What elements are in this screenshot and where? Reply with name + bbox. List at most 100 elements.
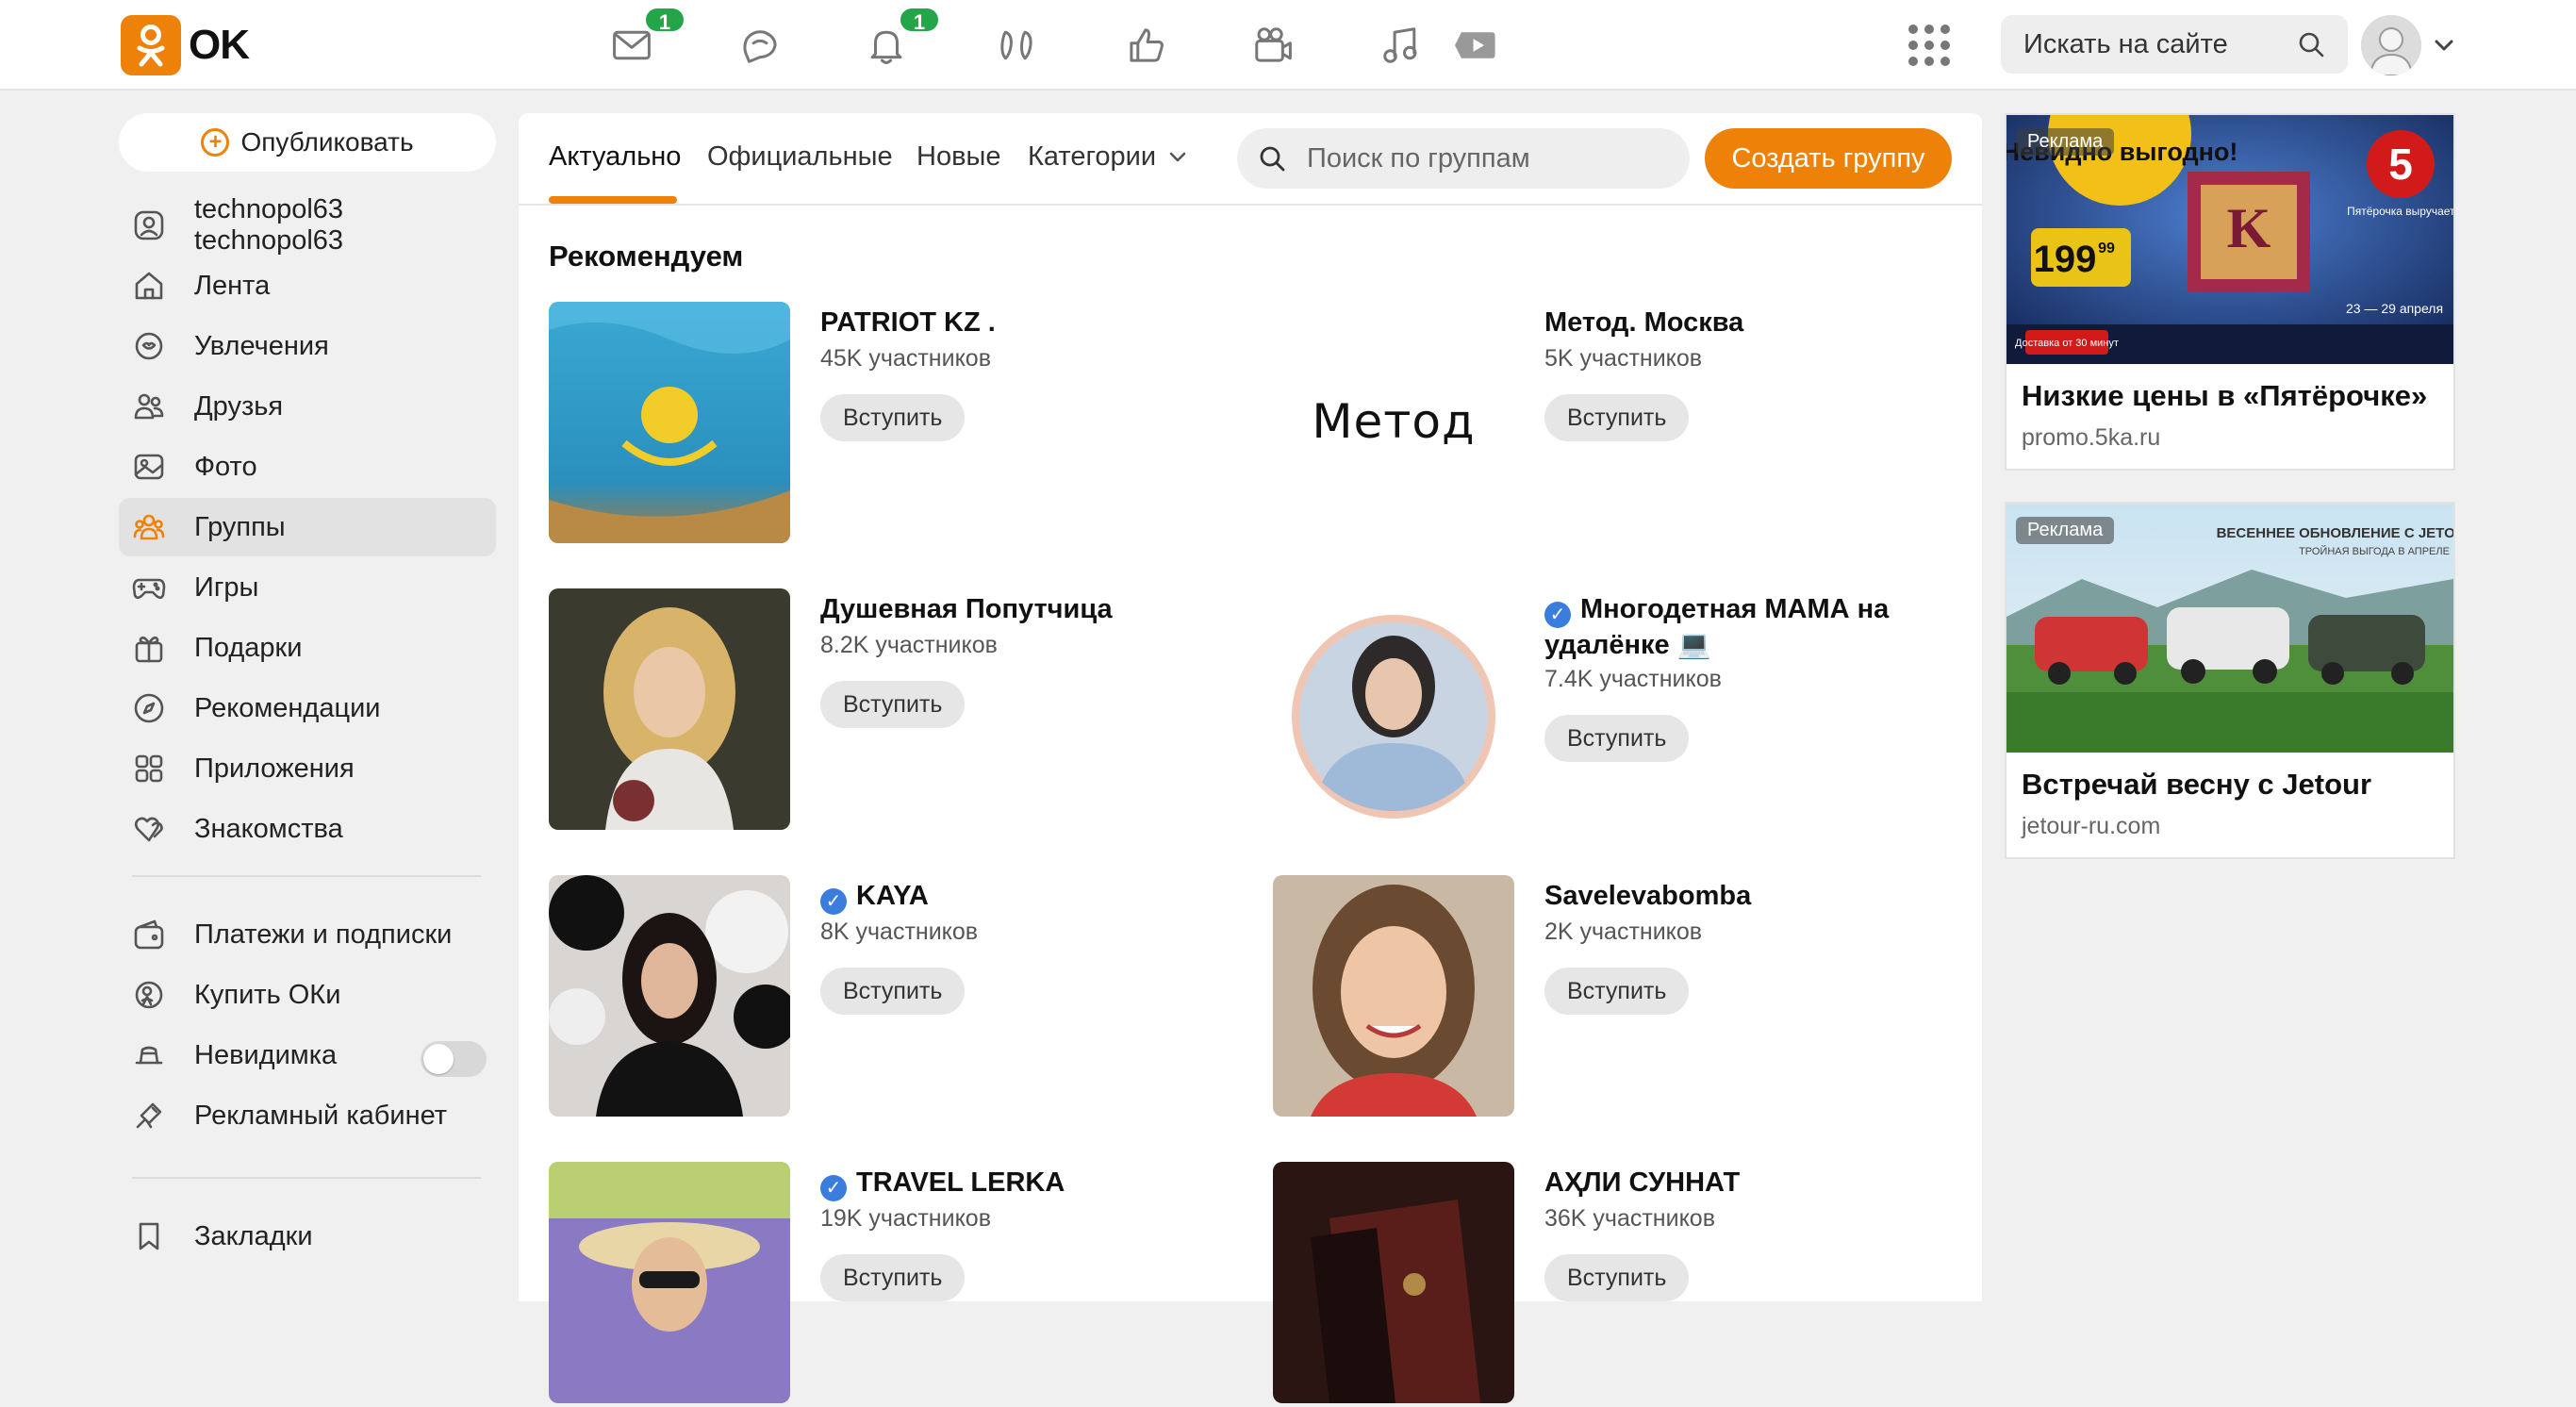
sidebar-item-gifts[interactable]: Подарки <box>119 619 496 677</box>
group-members: 8.2K участников <box>820 632 998 658</box>
ad-card[interactable]: ВЕСЕННЕЕ ОБНОВЛЕНИЕ С JETOUR ТРОЙНАЯ ВЫГ… <box>2005 502 2455 859</box>
group-thumbnail[interactable] <box>1273 1162 1514 1403</box>
join-button[interactable]: Вступить <box>820 394 966 441</box>
publish-button[interactable]: + Опубликовать <box>119 113 496 172</box>
publish-label: Опубликовать <box>240 127 414 157</box>
group-name[interactable]: Savelevabomba <box>1544 879 1959 913</box>
sidebar-item-label: Знакомства <box>194 813 343 844</box>
join-button[interactable]: Вступить <box>1544 968 1690 1015</box>
group-members: 5K участников <box>1544 345 1703 372</box>
sidebar-item-apps[interactable]: Приложения <box>119 739 496 798</box>
sidebar-item-label: Рекламный кабинет <box>194 1100 448 1131</box>
ad-title[interactable]: Встречай весну с Jetour <box>2006 753 2453 802</box>
group-thumbnail[interactable] <box>1273 875 1514 1117</box>
sidebar-item-photo[interactable]: Фото <box>119 438 496 496</box>
apps-grid-icon[interactable] <box>1908 25 1950 66</box>
ad-title[interactable]: Низкие цены в «Пятёрочке» <box>2006 364 2453 413</box>
ok-logo-icon <box>121 15 181 75</box>
join-button[interactable]: Вступить <box>820 1254 966 1301</box>
ad-domain[interactable]: promo.5ka.ru <box>2006 413 2453 469</box>
sidebar-item-label: technopol63 technopol63 <box>194 194 344 256</box>
group-name[interactable]: ✓ KAYA <box>820 879 1235 915</box>
ad-card[interactable]: Невидно выгодно! 199 99 K 5 Пятёрочка вы… <box>2005 113 2455 471</box>
ad-image[interactable]: ВЕСЕННЕЕ ОБНОВЛЕНИЕ С JETOUR ТРОЙНАЯ ВЫГ… <box>2006 504 2453 753</box>
ad-domain[interactable]: jetour-ru.com <box>2006 802 2453 857</box>
sidebar-item-buy-oks[interactable]: Купить ОКи <box>119 966 496 1024</box>
gift-icon <box>132 631 166 665</box>
sidebar-item-label: Группы <box>194 511 286 542</box>
tab-official[interactable]: Официальные <box>707 141 893 173</box>
notifications-icon[interactable]: 1 <box>860 6 941 72</box>
sidebar-item-feed[interactable]: Лента <box>119 257 496 315</box>
sidebar-item-label: Лента <box>194 270 271 301</box>
ok-logo[interactable]: OK <box>121 15 250 75</box>
vk-video-icon[interactable] <box>1450 19 1503 72</box>
group-name[interactable]: Душевная Попутчица <box>820 592 1235 626</box>
join-button[interactable]: Вступить <box>820 681 966 728</box>
guests-icon[interactable] <box>990 19 1043 72</box>
tab-actual[interactable]: Актуально <box>549 141 681 173</box>
group-name[interactable]: ✓ Многодетная МАМА на удалёнке 💻 <box>1544 592 1959 662</box>
chevron-down-icon[interactable] <box>2431 32 2457 58</box>
group-search-input[interactable]: Поиск по группам <box>1237 128 1690 189</box>
friends-icon <box>132 389 166 423</box>
sidebar-item-label: Игры <box>194 571 259 603</box>
group-name[interactable]: ✓ TRAVEL LERKA <box>820 1166 1235 1201</box>
group-card: ✓ Многодетная МАМА на удалёнке 💻 7.4K уча… <box>1273 588 1971 834</box>
ad-label: Реклама <box>2016 517 2115 544</box>
sidebar-item-bookmarks[interactable]: Закладки <box>119 1207 496 1266</box>
groups-panel: Актуально Официальные Новые Категории По… <box>519 113 1982 1403</box>
join-button[interactable]: Вступить <box>1544 394 1690 441</box>
megaphone-icon <box>132 1099 166 1133</box>
sidebar-item-recommendations[interactable]: Рекомендации <box>119 679 496 737</box>
ad-price-cents: 99 <box>2098 240 2115 257</box>
sidebar-divider <box>132 1177 481 1179</box>
hobbies-icon <box>132 329 166 363</box>
group-thumbnail[interactable] <box>549 875 790 1117</box>
likes-icon[interactable] <box>1120 19 1173 72</box>
sidebar-item-ad-cabinet[interactable]: Рекламный кабинет <box>119 1086 496 1145</box>
sidebar-item-label: Рекомендации <box>194 692 381 723</box>
invisible-toggle[interactable] <box>421 1041 487 1077</box>
group-name[interactable]: АҲЛИ СУННАТ <box>1544 1166 1959 1200</box>
sidebar-item-groups[interactable]: Группы <box>119 498 496 556</box>
create-group-button[interactable]: Создать группу <box>1705 128 1952 189</box>
group-thumbnail[interactable]: Метод <box>1273 302 1514 543</box>
user-avatar[interactable] <box>2361 15 2421 75</box>
group-name[interactable]: Метод. Москва <box>1544 306 1959 339</box>
video-icon[interactable] <box>1247 19 1299 72</box>
messages-icon[interactable]: 1 <box>605 6 686 72</box>
group-card: АҲЛИ СУННАТ 36K участников Вступить <box>1273 1162 1971 1407</box>
tab-categories[interactable]: Категории <box>1028 141 1188 173</box>
site-search-input[interactable]: Искать на сайте <box>2001 15 2348 74</box>
ad-image[interactable]: Невидно выгодно! 199 99 K 5 Пятёрочка вы… <box>2006 115 2453 364</box>
sidebar-item-label: Увлечения <box>194 330 329 361</box>
group-thumbnail[interactable] <box>549 588 790 830</box>
sidebar-item-friends[interactable]: Друзья <box>119 377 496 436</box>
wallet-icon <box>132 918 166 952</box>
group-thumbnail[interactable] <box>1273 588 1514 830</box>
sidebar-item-profile[interactable]: technopol63 technopol63 <box>119 194 496 256</box>
group-thumbnail[interactable] <box>549 302 790 543</box>
sidebar-item-payments[interactable]: Платежи и подписки <box>119 905 496 964</box>
group-name[interactable]: PATRIOT KZ . <box>820 306 1235 339</box>
join-button[interactable]: Вступить <box>1544 715 1690 762</box>
sidebar-item-label: Закладки <box>194 1220 313 1251</box>
groups-tabs: Актуально Официальные Новые Категории По… <box>519 113 1982 206</box>
sidebar-item-games[interactable]: Игры <box>119 558 496 617</box>
group-card: ✓ TRAVEL LERKA 19K участников Вступить <box>549 1162 1247 1407</box>
group-members: 19K участников <box>820 1205 991 1232</box>
music-icon[interactable] <box>1375 19 1428 72</box>
group-thumbnail[interactable] <box>549 1162 790 1403</box>
join-button[interactable]: Вступить <box>1544 1254 1690 1301</box>
sidebar-item-dating[interactable]: Знакомства <box>119 800 496 858</box>
hearts-icon <box>132 812 166 846</box>
tab-new[interactable]: Новые <box>916 141 1000 173</box>
sidebar-item-label: Фото <box>194 451 257 482</box>
group-card: ✓ KAYA 8K участников Вступить <box>549 875 1247 1120</box>
sidebar-item-hobbies[interactable]: Увлечения <box>119 317 496 375</box>
join-button[interactable]: Вступить <box>820 968 966 1015</box>
ad-price: 199 <box>2034 239 2097 280</box>
discussions-icon[interactable] <box>734 19 786 72</box>
search-icon[interactable] <box>2297 30 2325 58</box>
